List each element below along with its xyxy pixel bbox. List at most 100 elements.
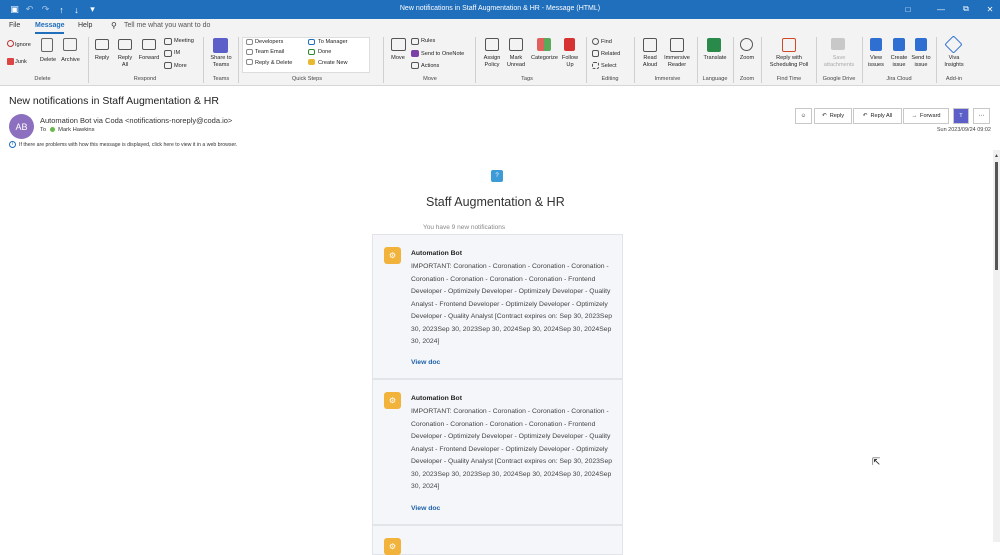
- follow-up-flag-icon: [564, 38, 575, 51]
- reply-all-action-button[interactable]: ↶ Reply All: [853, 108, 902, 124]
- bot-icon: ⚙: [384, 392, 401, 409]
- assign-policy-button[interactable]: Assign Policy: [480, 55, 504, 68]
- select-button[interactable]: Select: [601, 63, 617, 70]
- reply-action-button[interactable]: ↶ Reply: [814, 108, 852, 124]
- quick-step-developers[interactable]: Developers: [255, 39, 283, 46]
- forward-icon: [142, 39, 156, 50]
- teams-chat-button[interactable]: T: [953, 108, 969, 124]
- reply-with-scheduling-poll-button[interactable]: Reply with Scheduling Poll: [764, 55, 814, 68]
- tell-me-search[interactable]: Tell me what you want to do: [124, 22, 210, 29]
- zoom-button[interactable]: Zoom: [737, 55, 757, 62]
- rules-button[interactable]: Rules: [421, 38, 435, 45]
- mark-unread-button[interactable]: Mark Unread: [504, 55, 528, 68]
- forward-icon: →: [911, 113, 918, 119]
- reply-all-action-label: Reply All: [870, 113, 893, 119]
- notification-count: You have 9 new notifications: [423, 224, 506, 231]
- delete-button[interactable]: Delete: [38, 57, 58, 64]
- ignore-icon: [7, 40, 14, 47]
- related-button[interactable]: Related: [601, 51, 620, 58]
- coda-doc-icon: ?: [491, 170, 503, 182]
- quick-step-to-manager[interactable]: To Manager: [318, 39, 348, 46]
- card-message: IMPORTANT: Coronation - Coronation - Cor…: [411, 408, 612, 490]
- im-button[interactable]: IM: [174, 50, 180, 57]
- view-doc-link[interactable]: View doc: [411, 505, 440, 512]
- group-separator: [634, 37, 635, 83]
- group-label-teams: Teams: [212, 76, 230, 82]
- meeting-button[interactable]: Meeting: [174, 38, 194, 45]
- read-aloud-button[interactable]: Read Aloud: [638, 55, 662, 68]
- emoji-react-button[interactable]: ☺: [795, 108, 812, 124]
- quick-step-create-new[interactable]: Create New: [318, 60, 348, 67]
- tab-message[interactable]: Message: [35, 22, 65, 29]
- team-email-icon: [246, 49, 253, 55]
- group-separator: [862, 37, 863, 83]
- recipient-line: To Mark Hawkins: [40, 127, 95, 133]
- create-issue-button[interactable]: Create issue: [888, 55, 910, 68]
- follow-up-button[interactable]: Follow Up: [559, 55, 581, 68]
- jira-view-issues-icon: [870, 38, 882, 51]
- group-separator: [475, 37, 476, 83]
- quick-step-done[interactable]: Done: [318, 49, 331, 56]
- forward-action-button[interactable]: → Forward: [903, 108, 949, 124]
- more-actions-button[interactable]: ⋯: [973, 108, 990, 124]
- minimize-button[interactable]: —: [934, 3, 948, 15]
- group-label-delete: Delete: [34, 76, 51, 82]
- move-button[interactable]: Move: [387, 55, 409, 62]
- group-label-jira-cloud: Jira Cloud: [886, 76, 912, 82]
- archive-button[interactable]: Archive: [58, 57, 83, 64]
- actions-button[interactable]: Actions: [421, 63, 439, 70]
- tab-file[interactable]: File: [9, 22, 20, 29]
- info-text[interactable]: If there are problems with how this mess…: [19, 142, 237, 148]
- scrollbar[interactable]: ▲: [993, 150, 1000, 542]
- info-bar[interactable]: i If there are problems with how this mes…: [9, 141, 237, 148]
- tab-help[interactable]: Help: [78, 22, 92, 29]
- save-attachments-button[interactable]: Save attachments: [820, 55, 858, 68]
- group-label-immersive: Immersive: [654, 76, 681, 82]
- actions-icon: [411, 62, 419, 69]
- info-icon: i: [9, 141, 16, 148]
- sender[interactable]: Automation Bot via Coda <notifications-n…: [40, 116, 232, 125]
- more-button[interactable]: More: [174, 63, 187, 70]
- scroll-thumb[interactable]: [995, 162, 998, 270]
- group-separator: [761, 37, 762, 83]
- jira-create-issue-icon: [893, 38, 905, 51]
- message-subject: New notifications in Staff Augmentation …: [9, 95, 219, 107]
- forward-button[interactable]: Forward: [137, 55, 161, 62]
- immersive-reader-button[interactable]: Immersive Reader: [662, 55, 692, 68]
- restore-button[interactable]: ⧉: [959, 3, 973, 15]
- mouse-cursor-icon: ⇱: [872, 457, 881, 468]
- ignore-button[interactable]: Ignore: [15, 42, 31, 49]
- forward-action-label: Forward: [920, 113, 941, 119]
- share-to-teams-button[interactable]: Share to Teams: [206, 55, 236, 68]
- more-icon: [164, 62, 172, 69]
- quick-step-reply-delete[interactable]: Reply & Delete: [255, 60, 292, 67]
- select-icon: [592, 62, 599, 69]
- view-doc-link[interactable]: View doc: [411, 359, 440, 366]
- scroll-up-icon[interactable]: ▲: [994, 153, 999, 159]
- group-label-find-time: Find Time: [776, 76, 802, 82]
- group-label-quick-steps: Quick Steps: [291, 76, 323, 82]
- close-button[interactable]: ✕: [983, 3, 997, 15]
- move-icon: [391, 38, 406, 51]
- viva-insights-button[interactable]: Viva Insights: [940, 55, 968, 68]
- recipient-name[interactable]: Mark Hawkins: [58, 127, 94, 133]
- send-to-onenote-button[interactable]: Send to OneNote: [421, 51, 464, 58]
- teams-icon: [213, 38, 228, 53]
- translate-button[interactable]: Translate: [700, 55, 730, 62]
- quick-step-team-email[interactable]: Team Email: [255, 49, 284, 56]
- group-separator: [88, 37, 89, 83]
- ribbon-display-icon[interactable]: □: [901, 3, 915, 15]
- reply-button[interactable]: Reply: [92, 55, 112, 62]
- junk-button[interactable]: Junk: [15, 59, 27, 66]
- view-issues-button[interactable]: View issues: [865, 55, 887, 68]
- group-label-google-drive: Google Drive: [822, 76, 856, 82]
- categorize-button[interactable]: Categorize: [528, 55, 561, 62]
- find-button[interactable]: Find: [601, 39, 612, 46]
- avatar[interactable]: AB: [9, 114, 34, 139]
- reply-all-button[interactable]: Reply All: [115, 55, 135, 68]
- lightbulb-icon: ⚲: [111, 21, 117, 30]
- bot-icon: ⚙: [384, 247, 401, 264]
- ribbon: Ignore Junk Delete Archive Delete Reply …: [0, 34, 1000, 86]
- send-to-issue-button[interactable]: Send to issue: [910, 55, 932, 68]
- jira-send-to-issue-icon: [915, 38, 927, 51]
